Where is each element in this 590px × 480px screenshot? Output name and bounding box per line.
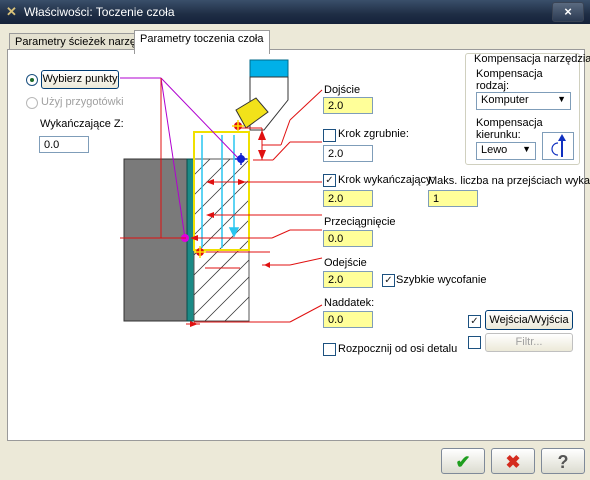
compensation-direction-value: Lewo <box>481 144 508 156</box>
max-finish-passes-label: Maks. liczba na przejściach wykań.: <box>428 175 590 187</box>
retract-input[interactable]: 2.0 <box>323 271 373 288</box>
select-points-radio[interactable] <box>26 74 38 86</box>
finish-step-label: Krok wykańczający: <box>338 174 435 186</box>
filter-button[interactable]: Filtr... <box>485 333 573 352</box>
rapid-retract-label: Szybkie wycofanie <box>396 274 487 286</box>
rough-step-checkbox[interactable] <box>323 129 336 142</box>
properties-dialog: ✕ Właściwości: Toczenie czoła × Parametr… <box>0 0 590 480</box>
stock-allowance-label: Naddatek: <box>324 297 375 309</box>
direction-preview-icon <box>542 132 574 160</box>
compensation-group-title: Kompensacja narzędzia <box>474 53 590 65</box>
max-finish-passes-input[interactable]: 1 <box>428 190 478 207</box>
compensation-direction-label: Kompensacja kierunku: <box>476 117 543 141</box>
chevron-down-icon: ▼ <box>522 144 531 154</box>
help-button[interactable]: ? <box>541 448 585 474</box>
compensation-type-value: Komputer <box>481 94 529 106</box>
entry-exit-button[interactable]: Wejścia/Wyjścia <box>485 310 573 330</box>
chevron-down-icon: ▼ <box>557 94 566 104</box>
approach-input[interactable]: 2.0 <box>323 97 373 114</box>
finish-step-checkbox[interactable] <box>323 174 336 187</box>
part-body <box>123 158 188 322</box>
compensation-direction-select[interactable]: Lewo ▼ <box>476 142 536 160</box>
entry-exit-checkbox[interactable] <box>468 315 481 328</box>
retract-label: Odejście <box>324 257 367 269</box>
compensation-type-label: Kompensacja rodzaj: <box>476 68 543 92</box>
stock-allowance-input[interactable]: 0.0 <box>323 311 373 328</box>
finish-step-input[interactable]: 2.0 <box>323 190 373 207</box>
rough-step-input[interactable]: 2.0 <box>323 145 373 162</box>
use-stock-label: Użyj przygotówki <box>41 96 124 108</box>
finish-z-input[interactable]: 0.0 <box>39 136 89 153</box>
start-from-axis-label: Rozpocznij od osi detalu <box>338 343 458 355</box>
rough-step-label: Krok zgrubnie: <box>338 128 409 140</box>
compensation-type-select[interactable]: Komputer ▼ <box>476 92 571 110</box>
overcut-input[interactable]: 0.0 <box>323 230 373 247</box>
start-from-axis-checkbox[interactable] <box>323 343 336 356</box>
cancel-button[interactable]: ✖ <box>491 448 535 474</box>
ok-button[interactable]: ✔ <box>441 448 485 474</box>
select-points-button[interactable]: Wybierz punkty <box>41 70 119 89</box>
use-stock-radio[interactable] <box>26 97 38 109</box>
tool-holder-top <box>249 59 289 78</box>
overcut-label: Przeciągnięcie <box>324 216 396 228</box>
finish-z-label: Wykańczające Z: <box>40 118 124 130</box>
approach-label: Dojście <box>324 84 361 96</box>
tab-face-parameters[interactable]: Parametry toczenia czoła <box>134 30 270 54</box>
rapid-retract-checkbox[interactable] <box>382 274 395 287</box>
filter-checkbox[interactable] <box>468 336 481 349</box>
